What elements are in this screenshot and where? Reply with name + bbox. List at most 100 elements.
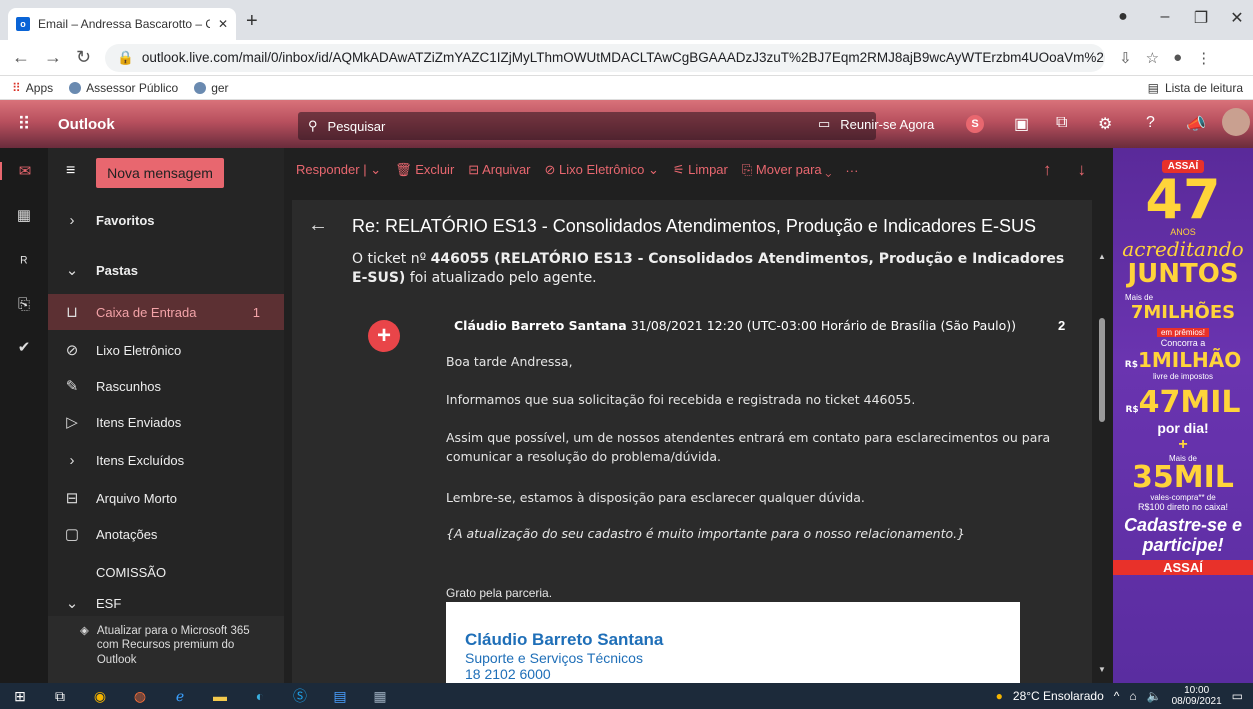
- outlook-favicon-icon: o: [16, 17, 30, 31]
- office-icon[interactable]: ▣: [1014, 114, 1029, 134]
- lock-icon: 🔒: [117, 49, 134, 65]
- calculator-icon[interactable]: ▦: [360, 688, 400, 705]
- mail-icon[interactable]: ✉: [0, 162, 48, 180]
- network-icon[interactable]: ⌂: [1129, 689, 1136, 703]
- menu-icon[interactable]: ⋮: [1196, 49, 1211, 67]
- back-icon[interactable]: ←: [12, 47, 30, 68]
- reading-scrollbar[interactable]: ▲ ▼: [1096, 244, 1108, 674]
- chevron-down-icon[interactable]: ⌄: [370, 162, 381, 177]
- message-subject: Re: RELATÓRIO ES13 - Consolidados Atendi…: [352, 216, 1037, 236]
- block-icon: ⊘: [544, 162, 556, 177]
- browser-tab[interactable]: o Email – Andressa Bascarotto – O ✕: [8, 8, 236, 40]
- archive-button[interactable]: ⊟ Arquivar: [468, 162, 530, 178]
- outlook-brand[interactable]: Outlook: [48, 116, 288, 133]
- note-icon: ▢: [64, 526, 80, 543]
- install-icon[interactable]: ⇩: [1119, 49, 1132, 67]
- attachment-icon[interactable]: ⎘: [0, 296, 48, 313]
- edge-icon[interactable]: ◐: [240, 688, 280, 704]
- reading-list-button[interactable]: ▤ Lista de leitura: [1148, 81, 1243, 95]
- pencil-icon: ✎: [65, 378, 79, 395]
- previous-message-icon[interactable]: ↑: [1043, 160, 1052, 180]
- folder-sent[interactable]: ▷ Itens Enviados: [48, 404, 284, 440]
- firefox-icon[interactable]: ◍: [120, 688, 160, 705]
- scrollbar-thumb[interactable]: [1099, 318, 1105, 422]
- search-input[interactable]: ⚲ Pesquisar: [298, 112, 876, 140]
- calendar-icon[interactable]: ▦: [0, 206, 48, 224]
- profile-menu-icon[interactable]: ●: [1108, 8, 1138, 26]
- new-tab-button[interactable]: +: [246, 10, 258, 33]
- avatar[interactable]: [1222, 108, 1250, 136]
- thread-count: 2: [1058, 318, 1066, 333]
- folder-inbox[interactable]: ⊔ Caixa de Entrada 1: [48, 294, 284, 330]
- people-icon[interactable]: ᴿ: [0, 254, 48, 271]
- sender-name[interactable]: Cláudio Barreto Santana: [454, 318, 627, 333]
- settings-gear-icon[interactable]: ⚙: [1098, 114, 1112, 134]
- body-paragraph: Assim que possível, um de nossos atenden…: [446, 430, 1051, 465]
- back-arrow-icon[interactable]: ←: [308, 214, 328, 237]
- delete-button[interactable]: 🗑 Excluir: [395, 162, 454, 178]
- scroll-up-icon[interactable]: ▲: [1098, 252, 1106, 261]
- chevron-down-icon: ⌄: [65, 595, 79, 612]
- hamburger-menu-icon[interactable]: ≡: [66, 162, 75, 180]
- skype-taskbar-icon[interactable]: Ⓢ: [280, 686, 320, 706]
- task-view-icon[interactable]: ⧉: [40, 688, 80, 705]
- notifications-icon[interactable]: ▭: [1232, 689, 1243, 703]
- bookmark-apps[interactable]: ⠿ Apps: [12, 81, 53, 95]
- body-paragraph: Lembre-se, estamos à disposição para esc…: [446, 490, 865, 505]
- whats-new-icon[interactable]: 📣: [1186, 114, 1206, 134]
- url-field[interactable]: 🔒 outlook.live.com/mail/0/inbox/id/AQMkA…: [105, 43, 1106, 72]
- folder-deleted[interactable]: › Itens Excluídos: [48, 442, 284, 478]
- internet-explorer-icon[interactable]: ℯ: [160, 688, 200, 705]
- close-tab-icon[interactable]: ✕: [218, 17, 228, 31]
- windows-taskbar: ⊞ ⧉ ◉ ◍ ℯ ▬ ◐ Ⓢ ▤ ▦ ● 28°C Ensolarado ^ …: [0, 683, 1253, 709]
- skype-icon[interactable]: S: [966, 114, 984, 133]
- greeting: Boa tarde Andressa,: [446, 354, 573, 369]
- archive-icon: ⊟: [468, 162, 480, 177]
- close-window-button[interactable]: ✕: [1222, 8, 1252, 28]
- diamond-icon: ◈: [80, 625, 89, 637]
- chrome-icon[interactable]: ◉: [80, 688, 120, 705]
- windows-start-icon[interactable]: ⊞: [0, 688, 40, 705]
- more-actions-button[interactable]: ···: [845, 163, 858, 178]
- forward-icon[interactable]: →: [44, 47, 62, 68]
- junk-button[interactable]: ⊘ Lixo Eletrônico ⌄: [545, 162, 659, 178]
- bookmark-assessor[interactable]: Assessor Público: [69, 81, 178, 95]
- folder-junk[interactable]: ⊘ Lixo Eletrônico: [48, 332, 284, 368]
- tasks-check-icon[interactable]: ✔: [0, 338, 48, 356]
- message-toolbar: Responder | ⌄ 🗑 Excluir ⊟ Arquivar ⊘ Lix…: [284, 148, 1104, 192]
- weather-text[interactable]: 28°C Ensolarado: [1013, 689, 1104, 703]
- tray-chevron-icon[interactable]: ^: [1114, 689, 1120, 703]
- upgrade-banner[interactable]: ◈ Atualizar para o Microsoft 365 com Rec…: [48, 616, 284, 683]
- folder-commission[interactable]: COMISSÃO: [48, 554, 284, 590]
- minimize-button[interactable]: –: [1150, 8, 1180, 26]
- my-day-icon[interactable]: ⧉: [1056, 114, 1067, 132]
- next-message-icon[interactable]: ↓: [1078, 160, 1087, 180]
- app-launcher-icon[interactable]: ⠿: [0, 114, 48, 135]
- profile-icon[interactable]: ●: [1173, 49, 1182, 67]
- volume-icon[interactable]: 🔈: [1147, 689, 1162, 703]
- folder-esf[interactable]: ⌄ ESF: [48, 590, 284, 616]
- reload-icon[interactable]: ↻: [76, 47, 91, 68]
- signature-block: Cláudio Barreto Santana Suporte e Serviç…: [446, 602, 1020, 683]
- reply-button[interactable]: Responder | ⌄: [296, 162, 381, 178]
- sender-avatar-cross-icon[interactable]: +: [368, 320, 400, 352]
- folder-notes[interactable]: ▢ Anotações: [48, 516, 284, 552]
- move-to-button[interactable]: ⎘ Mover para ⌄: [742, 162, 832, 178]
- advertisement-banner[interactable]: ASSAÍ 47 ANOS acreditando JUNTOS Mais de…: [1113, 148, 1253, 683]
- document-icon[interactable]: ▤: [320, 688, 360, 705]
- maximize-button[interactable]: ❐: [1186, 8, 1216, 28]
- folder-move-icon: ⎘: [741, 162, 753, 177]
- file-explorer-icon[interactable]: ▬: [200, 688, 240, 704]
- folders-header[interactable]: ⌄ Pastas: [48, 252, 284, 288]
- scroll-down-icon[interactable]: ▼: [1098, 665, 1106, 674]
- help-icon[interactable]: ?: [1146, 114, 1155, 132]
- meet-now-button[interactable]: ▭ Reunir-se Agora: [818, 116, 934, 132]
- bookmark-ger[interactable]: ger: [194, 81, 229, 95]
- favorites-header[interactable]: › Favoritos: [48, 202, 284, 238]
- clock[interactable]: 10:00 08/09/2021: [1172, 685, 1222, 707]
- folder-archive[interactable]: ⊟ Arquivo Morto: [48, 480, 284, 516]
- star-icon[interactable]: ☆: [1146, 49, 1159, 67]
- new-message-button[interactable]: Nova mensagem: [96, 158, 224, 188]
- sweep-button[interactable]: ⚟ Limpar: [673, 162, 728, 178]
- folder-drafts[interactable]: ✎ Rascunhos: [48, 368, 284, 404]
